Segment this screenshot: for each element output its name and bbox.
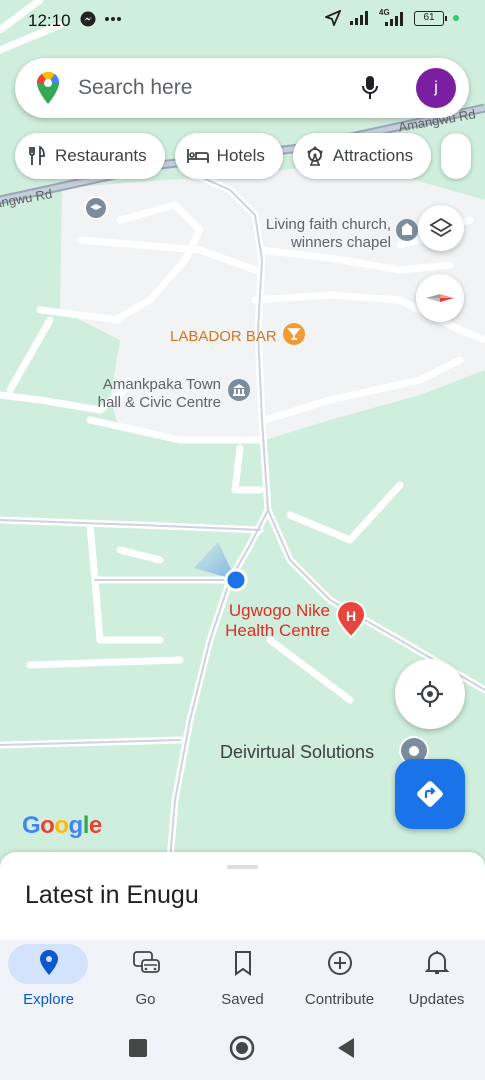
explore-pin-icon (39, 950, 58, 975)
recents-icon[interactable] (128, 1038, 148, 1058)
system-navigation-bar (0, 1018, 485, 1080)
layers-button[interactable] (418, 205, 464, 251)
place-label-deivirtual[interactable]: Deivirtual Solutions (220, 743, 374, 761)
bed-icon (186, 149, 209, 163)
home-icon[interactable] (229, 1035, 255, 1061)
church-icon[interactable] (396, 219, 418, 241)
health-centre-line2: Health Centre (225, 621, 330, 640)
nav-updates[interactable]: Updates (388, 940, 485, 1018)
chip-restaurants[interactable]: Restaurants (15, 133, 165, 179)
hospital-icon[interactable]: H (335, 601, 367, 639)
nav-contribute[interactable]: Contribute (291, 940, 388, 1018)
nav-label: Updates (408, 991, 465, 1008)
location-arrow-icon (325, 10, 341, 26)
town-hall-line1: Amankpaka Town (102, 376, 221, 393)
messenger-icon (80, 11, 96, 27)
place-label-labador-bar[interactable]: LABADOR BAR (170, 328, 277, 346)
chip-attractions[interactable]: Attractions (292, 133, 432, 179)
chip-label: Restaurants (55, 146, 147, 165)
bottom-navigation: Explore Go Saved Contribute Updates (0, 940, 485, 1018)
back-icon[interactable] (336, 1037, 356, 1059)
compass-button[interactable] (416, 274, 464, 322)
signal-4g-icon: 4G (379, 8, 405, 26)
bottom-sheet[interactable]: Latest in Enugu (0, 852, 485, 942)
map-canvas[interactable]: Amangwu Rd angwu Rd Living faith church,… (0, 0, 485, 860)
nav-label: Explore (23, 991, 74, 1008)
nav-label: Contribute (304, 991, 375, 1008)
car-icon (132, 951, 160, 973)
sheet-title: Latest in Enugu (25, 881, 199, 909)
search-input[interactable]: Search here (78, 76, 192, 100)
more-dots-icon (105, 17, 121, 21)
current-location-marker (194, 542, 248, 592)
status-time: 12:10 (28, 11, 71, 30)
signal-icon (350, 11, 368, 25)
google-maps-logo-icon (37, 71, 60, 104)
city-hall-icon[interactable] (228, 379, 250, 401)
chip-label: Hotels (216, 146, 265, 165)
account-avatar[interactable]: j (416, 68, 456, 108)
cocktail-icon[interactable] (283, 323, 305, 345)
chip-label: Attractions (332, 146, 414, 165)
bell-icon (424, 951, 449, 974)
town-hall-line2: hall & Civic Centre (97, 394, 221, 411)
category-chips: Restaurants Hotels Attractions (15, 133, 472, 179)
nav-go[interactable]: Go (97, 940, 194, 1018)
health-centre-line1: Ugwogo Nike (228, 601, 330, 620)
school-icon[interactable] (84, 196, 108, 220)
nav-saved[interactable]: Saved (194, 940, 291, 1018)
google-logo: Google (22, 812, 102, 839)
svg-text:H: H (346, 608, 356, 624)
place-label-town-hall[interactable]: Amankpaka Town hall & Civic Centre (88, 376, 221, 412)
church-name-line1: Living faith church, (265, 216, 391, 233)
nav-label: Saved (221, 991, 264, 1008)
directions-icon (417, 781, 443, 807)
chip-hotels[interactable]: Hotels (174, 133, 283, 179)
ferris-wheel-icon (307, 146, 323, 166)
add-circle-icon (327, 951, 352, 975)
sheet-drag-handle[interactable] (227, 865, 258, 869)
layers-icon (429, 217, 453, 238)
place-label-church[interactable]: Living faith church, winners chapel (263, 216, 391, 252)
chip-more[interactable] (441, 133, 472, 179)
bookmark-icon (234, 951, 251, 976)
church-name-line2: winners chapel (290, 234, 391, 251)
compass-icon (426, 294, 454, 302)
place-label-health-centre[interactable]: Ugwogo Nike Health Centre (219, 601, 330, 641)
nav-label: Go (135, 991, 156, 1008)
search-bar[interactable]: Search here j (15, 58, 469, 118)
directions-button[interactable] (395, 759, 465, 829)
status-bar: 12:10 4G 61 (0, 0, 485, 42)
fork-knife-icon (29, 146, 45, 165)
my-location-button[interactable] (395, 659, 465, 729)
battery-icon: 61 (414, 10, 447, 26)
nav-explore[interactable]: Explore (0, 940, 97, 1018)
privacy-dot (453, 15, 459, 21)
microphone-icon[interactable] (360, 74, 380, 102)
crosshair-icon (417, 681, 443, 707)
